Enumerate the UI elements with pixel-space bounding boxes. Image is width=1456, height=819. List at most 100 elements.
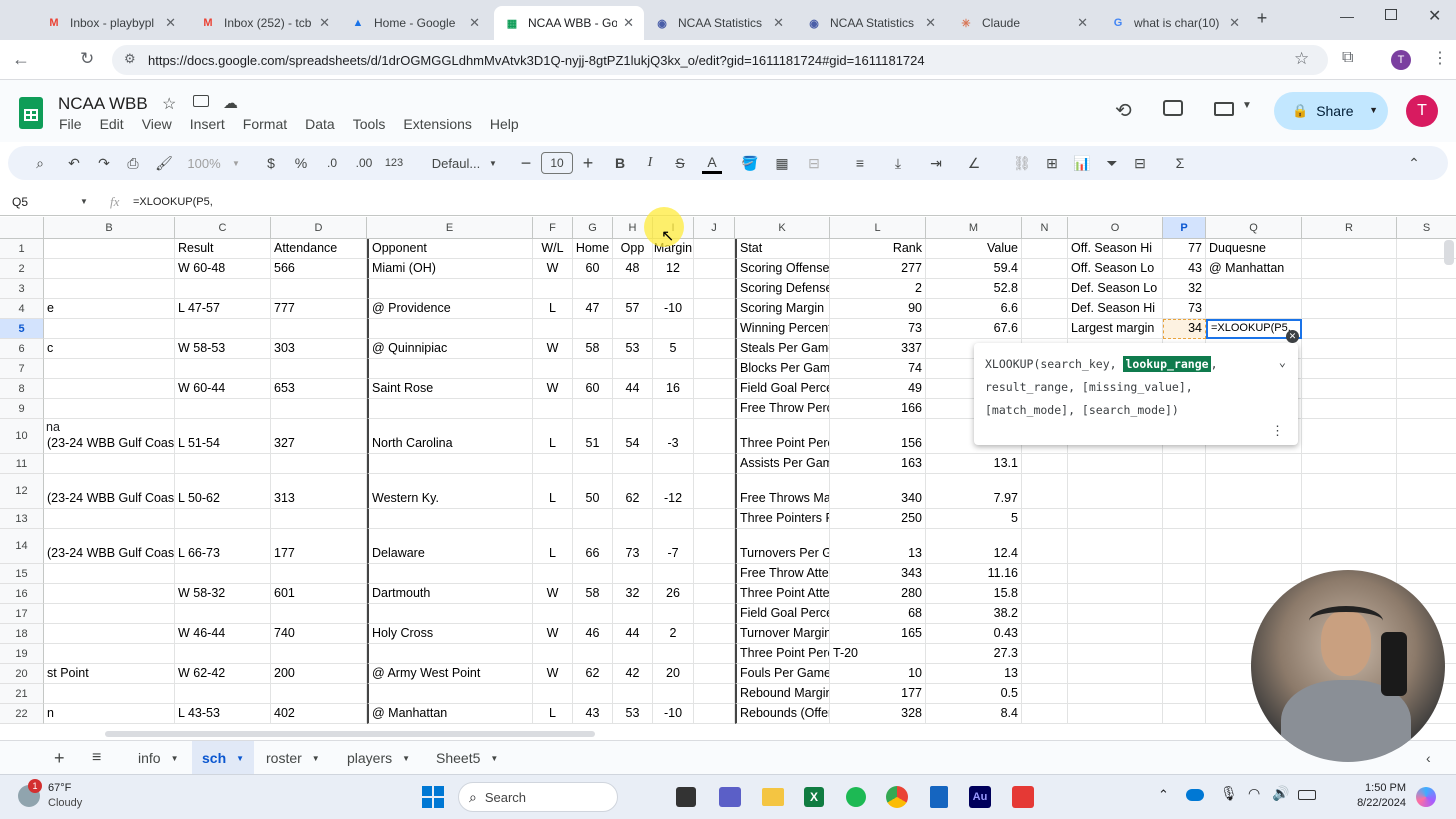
close-tab-icon[interactable]: ✕ [773, 15, 784, 31]
cell-n13[interactable] [1022, 509, 1068, 529]
close-tab-icon[interactable]: ✕ [623, 15, 634, 31]
cell-m11[interactable]: 13.1 [926, 454, 1022, 474]
cell-d13[interactable] [271, 509, 367, 529]
excel-icon[interactable]: X [804, 787, 824, 807]
cell-h16[interactable]: 32 [613, 584, 653, 604]
cell-i15[interactable] [653, 564, 694, 584]
cell-j5[interactable] [694, 319, 735, 339]
cell-k12[interactable]: Free Throws Ma [735, 474, 830, 509]
close-tab-icon[interactable]: ✕ [1077, 15, 1088, 31]
horizontal-scrollbar[interactable] [105, 731, 595, 737]
cell-l20[interactable]: 10 [830, 664, 926, 684]
cell-h12[interactable]: 62 [613, 474, 653, 509]
cell-h7[interactable] [613, 359, 653, 379]
column-header-e[interactable]: E [367, 217, 533, 239]
cell-h17[interactable] [613, 604, 653, 624]
name-box-dropdown-icon[interactable]: ▼ [80, 197, 88, 206]
cell-i14[interactable]: -7 [653, 529, 694, 564]
cell-b11[interactable] [44, 454, 175, 474]
site-info-icon[interactable]: ⚙ [124, 51, 136, 67]
cell-j3[interactable] [694, 279, 735, 299]
cell-h14[interactable]: 73 [613, 529, 653, 564]
row-header-20[interactable]: 20 [0, 664, 44, 684]
cell-g5[interactable] [573, 319, 613, 339]
cell-p13[interactable] [1163, 509, 1206, 529]
cell-d19[interactable] [271, 644, 367, 664]
column-header-d[interactable]: D [271, 217, 367, 239]
cell-o14[interactable] [1068, 529, 1163, 564]
cell-g11[interactable] [573, 454, 613, 474]
cell-n15[interactable] [1022, 564, 1068, 584]
cell-p4[interactable]: 73 [1163, 299, 1206, 319]
cell-j15[interactable] [694, 564, 735, 584]
cell-d10[interactable]: 327 [271, 419, 367, 454]
cell-s5[interactable] [1397, 319, 1456, 339]
insert-chart-icon[interactable]: 📊 [1072, 146, 1092, 180]
add-sheet-button[interactable]: + [44, 741, 75, 775]
cell-i6[interactable]: 5 [653, 339, 694, 359]
cell-d2[interactable]: 566 [271, 259, 367, 279]
cell-q4[interactable] [1206, 299, 1302, 319]
sheet-nav-left-icon[interactable]: ‹ [1416, 741, 1441, 775]
cell-b22[interactable]: n [44, 704, 175, 724]
select-all-corner[interactable] [0, 217, 44, 239]
cell-d7[interactable] [271, 359, 367, 379]
cell-c8[interactable]: W 60-44 [175, 379, 271, 399]
strikethrough-button[interactable]: S [672, 146, 688, 180]
sheets-logo-icon[interactable] [19, 97, 43, 129]
cell-g19[interactable] [573, 644, 613, 664]
cell-f13[interactable] [533, 509, 573, 529]
account-avatar[interactable]: T [1406, 95, 1438, 127]
cell-k20[interactable]: Fouls Per Game [735, 664, 830, 684]
cell-c21[interactable] [175, 684, 271, 704]
close-tab-icon[interactable]: ✕ [319, 15, 330, 31]
row-header-18[interactable]: 18 [0, 624, 44, 644]
cell-c4[interactable]: L 47-57 [175, 299, 271, 319]
cell-r4[interactable] [1302, 299, 1397, 319]
insert-comment-icon[interactable]: ⊞ [1042, 146, 1062, 180]
cell-h21[interactable] [613, 684, 653, 704]
cell-i22[interactable]: -10 [653, 704, 694, 724]
cell-g10[interactable]: 51 [573, 419, 613, 454]
cell-g16[interactable]: 58 [573, 584, 613, 604]
cell-s11[interactable] [1397, 454, 1456, 474]
cell-p20[interactable] [1163, 664, 1206, 684]
cell-f21[interactable] [533, 684, 573, 704]
cell-m4[interactable]: 6.6 [926, 299, 1022, 319]
close-tab-icon[interactable]: ✕ [165, 15, 176, 31]
italic-button[interactable]: I [642, 146, 658, 180]
cell-f7[interactable] [533, 359, 573, 379]
cell-i12[interactable]: -12 [653, 474, 694, 509]
cell-e6[interactable]: @ Quinnipiac [367, 339, 533, 359]
text-color-button[interactable]: A [702, 152, 722, 174]
column-header-s[interactable]: S [1397, 217, 1456, 239]
cell-c5[interactable] [175, 319, 271, 339]
cell-k7[interactable]: Blocks Per Gam [735, 359, 830, 379]
cell-r5[interactable] [1302, 319, 1397, 339]
cell-j11[interactable] [694, 454, 735, 474]
cell-p16[interactable] [1163, 584, 1206, 604]
restore-window-button[interactable] [1385, 9, 1397, 20]
row-header-3[interactable]: 3 [0, 279, 44, 299]
chrome-icon[interactable] [886, 786, 908, 808]
cell-s10[interactable] [1397, 419, 1456, 454]
cell-q11[interactable] [1206, 454, 1302, 474]
menu-data[interactable]: Data [296, 116, 344, 136]
cell-s9[interactable] [1397, 399, 1456, 419]
cell-c13[interactable] [175, 509, 271, 529]
cell-o11[interactable] [1068, 454, 1163, 474]
cell-l1[interactable]: Rank [830, 239, 926, 259]
formula-input[interactable]: =XLOOKUP(P5, [133, 196, 213, 208]
move-folder-icon[interactable] [193, 95, 209, 107]
cell-j16[interactable] [694, 584, 735, 604]
cell-n4[interactable] [1022, 299, 1068, 319]
tooltip-collapse-icon[interactable]: ⌄ [1279, 351, 1286, 374]
cell-d5[interactable] [271, 319, 367, 339]
cell-d9[interactable] [271, 399, 367, 419]
column-header-p[interactable]: P [1163, 217, 1206, 239]
currency-format-button[interactable]: $ [262, 146, 280, 180]
cell-s13[interactable] [1397, 509, 1456, 529]
cell-c16[interactable]: W 58-32 [175, 584, 271, 604]
cell-c15[interactable] [175, 564, 271, 584]
cell-b7[interactable] [44, 359, 175, 379]
